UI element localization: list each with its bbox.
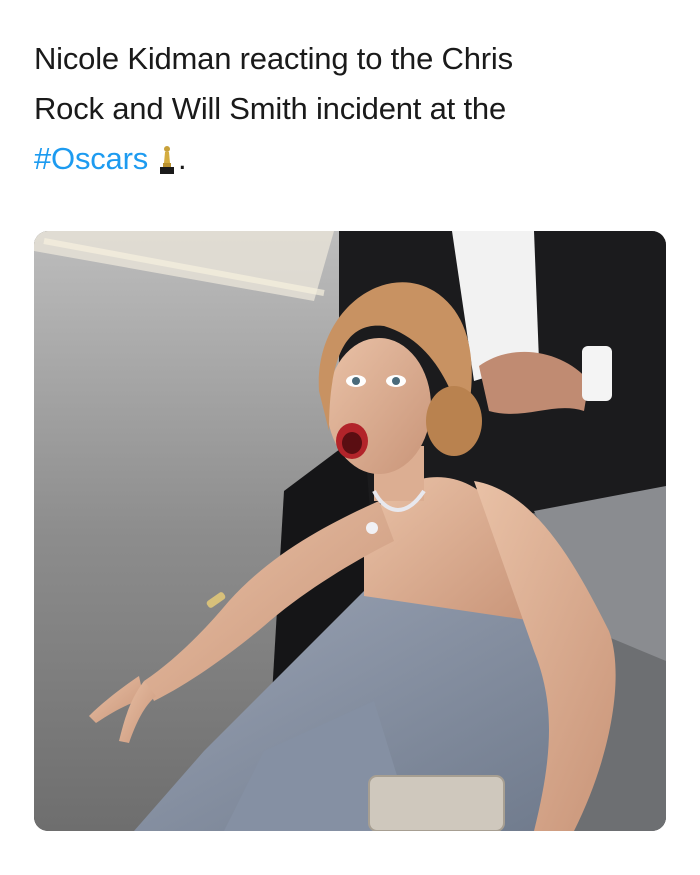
tweet-text-line-1: Nicole Kidman reacting to the Chris <box>34 41 513 76</box>
oscar-trophy-icon <box>158 140 176 190</box>
tweet-text: Nicole Kidman reacting to the Chris Rock… <box>34 34 654 190</box>
tweet-photo[interactable] <box>34 231 666 831</box>
hashtag-link[interactable]: #Oscars <box>34 141 148 176</box>
tweet-text-line-2: Rock and Will Smith incident at the <box>34 91 506 126</box>
tweet-trailing-period: . <box>178 141 187 176</box>
tweet-text-line-3: #Oscars . <box>34 134 654 190</box>
photo-illustration <box>34 231 666 831</box>
